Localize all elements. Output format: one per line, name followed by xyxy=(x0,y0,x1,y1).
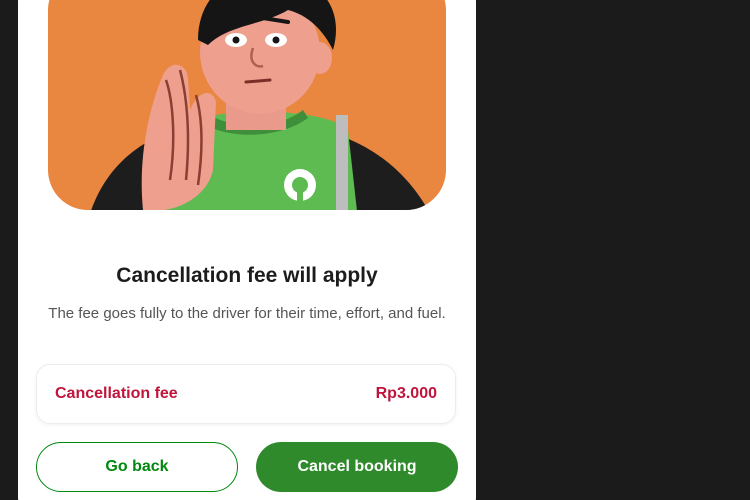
fee-label: Cancellation fee xyxy=(55,385,178,402)
fee-amount: Rp3.000 xyxy=(375,385,437,402)
dialog-title: Cancellation fee will apply xyxy=(116,264,378,287)
cancellation-dialog: Cancellation fee will apply The fee goes… xyxy=(18,0,476,500)
cancel-booking-button[interactable]: Cancel booking xyxy=(256,442,458,492)
dialog-description: The fee goes fully to the driver for the… xyxy=(48,305,446,322)
screen: Cancellation fee will apply The fee goes… xyxy=(0,0,750,500)
go-back-button[interactable]: Go back xyxy=(36,442,238,492)
pleading-driver-illustration xyxy=(48,0,446,220)
fee-summary: Cancellation fee Rp3.000 xyxy=(36,364,456,424)
